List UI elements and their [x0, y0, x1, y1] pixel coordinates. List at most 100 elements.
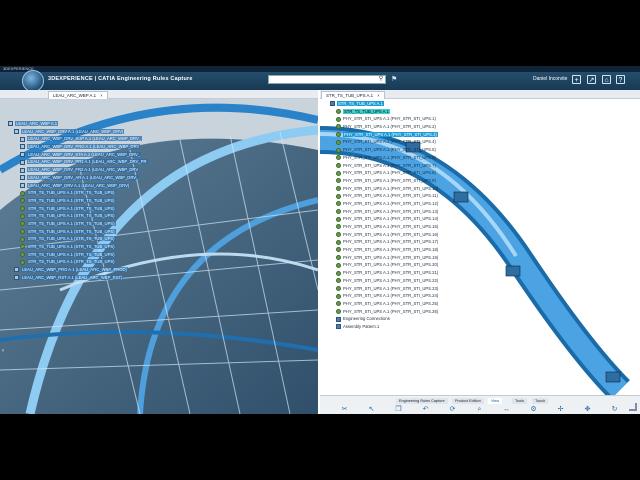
tree-node[interactable]: STR_TS_TUB_UPS A.1 (STR_TS_TUB_UPS) — [8, 228, 148, 236]
tree-node[interactable]: PHY_STR_STI_UPS A.1 (PHY_STR_STI_UPS.8) — [330, 169, 438, 177]
search-input[interactable] — [268, 75, 386, 84]
close-icon[interactable]: × — [100, 93, 103, 98]
tree-node[interactable]: LEAU_ARC_WBP_DRV_AR A.1 (LEAU_ARC_WBP_DR… — [8, 174, 148, 182]
tree-node[interactable]: LEAU_ARC_WBP_DRV_STA A.1 (LEAU_ARC_WBP_D… — [8, 151, 148, 159]
tree-node[interactable]: PHY_STR_STI_UPS A.1 (PHY_STR_STI_UPS.24) — [330, 292, 438, 300]
tree-node[interactable]: Engineering Connections — [330, 315, 438, 323]
tree-node[interactable]: PHY_STR_STI_UPS A.1 (PHY_STR_STI_UPS.20) — [330, 261, 438, 269]
tag-icon[interactable]: ⚑ — [391, 75, 397, 83]
tree-node[interactable]: PHY_STR_STI_UPS A.1 (PHY_STR_STI_UPS.22) — [330, 277, 438, 285]
tree-node[interactable]: LEAU_ARC_WBP_DRV_PRO A.1 (LEAU_ARC_WBP_D… — [8, 143, 148, 151]
gear-icon — [336, 147, 341, 153]
measure-icon[interactable]: ↔ — [502, 406, 511, 414]
close-icon[interactable]: × — [377, 93, 380, 98]
tree-node[interactable]: STR_TS_TUB_UPS A.1 (STR_TS_TUB_UPS) — [8, 197, 148, 205]
tree-node[interactable]: PHY_STR_STI_UPS A.1 (PHY_STR_STI_UPS.14) — [330, 215, 438, 223]
user-name[interactable]: Daniel Incorvite — [533, 76, 567, 82]
tab-left-document[interactable]: LEAU_ARC_WBP A.1 × — [48, 91, 108, 99]
gear-icon[interactable]: ⚙ — [529, 406, 538, 414]
tree-node[interactable]: PHY_STR_STI_UPS A.1 (PHY_STR_STI_UPS.17) — [330, 238, 438, 246]
gear-icon — [336, 109, 341, 115]
search-icon[interactable]: ⚲ — [377, 76, 385, 83]
tree-node[interactable]: LEAU_ARC_WBP_RST A.1 (LEAU_ARC_WBP_RST) — [8, 274, 148, 282]
tree-node[interactable]: LEAU_ARC_WBP_DRV A.1 (LEAU_ARC_WBP_DRV) — [8, 128, 148, 136]
tree-node[interactable]: STR_TS_TUB_UPS A.1 (STR_TS_TUB_UPS) — [8, 212, 148, 220]
tree-node[interactable]: STR_TS_TUB_UPS A.1 — [330, 108, 438, 116]
gear-icon — [336, 308, 341, 314]
scissors-icon[interactable]: ✂ — [340, 406, 349, 414]
tree-node[interactable]: LEAU_ARC_WBP A.1 — [8, 120, 148, 128]
tree-node[interactable]: STR_TS_TUB_UPS A.1 (STR_TS_TUB_UPS) — [8, 235, 148, 243]
tree-node[interactable]: PHY_STR_STI_UPS A.1 (PHY_STR_STI_UPS.7) — [330, 162, 438, 170]
tree-node[interactable]: STR_TS_TUB_UPS A.1 (STR_TS_TUB_UPS) — [8, 243, 148, 251]
section-tab[interactable]: Engineering Rules Capture — [396, 398, 448, 404]
tree-node[interactable]: PHY_STR_STI_UPS A.1 (PHY_STR_STI_UPS.23) — [330, 285, 438, 293]
tree-node[interactable]: LEAU_ARC_WBP_DRV_FR2 A.1 (LEAU_ARC_WBP_D… — [8, 166, 148, 174]
tree-node[interactable]: STR_TS_TUB_UPS A.1 (STR_TS_TUB_UPS) — [8, 205, 148, 213]
help-icon[interactable]: ? — [616, 75, 625, 84]
tree-node[interactable]: PHY_STR_STI_UPS A.1 (PHY_STR_STI_UPS.11) — [330, 192, 438, 200]
tree-node[interactable]: PHY_STR_STI_UPS A.1 (PHY_STR_STI_UPS.10) — [330, 185, 438, 193]
refresh-icon[interactable]: ⟳ — [448, 406, 457, 414]
add-icon[interactable]: + — [572, 75, 581, 84]
tab-right-document[interactable]: STR_TS_TUB_UPS A.1 × — [321, 91, 385, 99]
right-tab-bar: STR_TS_TUB_UPS A.1 × — [320, 90, 640, 99]
tree-node[interactable]: PHY_STR_STI_UPS A.1 (PHY_STR_STI_UPS.26) — [330, 308, 438, 316]
tree-node-label: PHY_STR_STI_UPS A.1 (PHY_STR_STI_UPS.17) — [343, 239, 439, 245]
part-icon — [20, 167, 25, 173]
tree-node-label: PHY_STR_STI_UPS A.1 (PHY_STR_STI_UPS.6) — [343, 154, 436, 160]
tree-node[interactable]: LEAU_ARC_WBP_DRV_SUP A.1 (LEAU_ARC_WBP_D… — [8, 135, 148, 143]
gear-icon — [20, 236, 25, 242]
share-icon[interactable]: ↗ — [587, 75, 596, 84]
tree-node-label: STR_TS_TUB_UPS A.1 (STR_TS_TUB_UPS) — [27, 220, 116, 226]
tree-node[interactable]: STR_TS_TUB_UPS A.1 (STR_TS_TUB_UPS) — [8, 251, 148, 259]
part-icon — [14, 275, 19, 281]
tree-node[interactable]: PHY_STR_STI_UPS A.1 (PHY_STR_STI_UPS.1) — [330, 115, 438, 123]
tree-node[interactable]: PHY_STR_STI_UPS A.1 (PHY_STR_STI_UPS.15) — [330, 223, 438, 231]
tree-node[interactable]: PHY_STR_STI_UPS A.1 (PHY_STR_STI_UPS.21) — [330, 269, 438, 277]
part-icon — [330, 101, 335, 107]
gear-icon — [336, 285, 341, 291]
tree-node[interactable]: STR_TS_TUB_UPS A.1 — [330, 100, 438, 108]
tree-node[interactable]: STR_TS_TUB_UPS A.1 (STR_TS_TUB_UPS) — [8, 189, 148, 197]
tree-node[interactable]: STR_TS_TUB_UPS A.1 (STR_TS_TUB_UPS) — [8, 220, 148, 228]
section-tab[interactable]: View — [488, 398, 503, 404]
zoom-icon[interactable]: ⌕ — [475, 406, 484, 414]
tree-node[interactable]: PHY_STR_STI_UPS A.1 (PHY_STR_STI_UPS.2) — [330, 123, 438, 131]
section-tab[interactable]: Product Edition — [452, 398, 484, 404]
tree-node[interactable]: PHY_STR_STI_UPS A.1 (PHY_STR_STI_UPS.6) — [330, 154, 438, 162]
compass-icon[interactable] — [22, 70, 44, 92]
left-tab-bar: LEAU_ARC_WBP A.1 × — [0, 90, 318, 99]
cursor-icon[interactable]: ↖ — [367, 406, 376, 414]
tree-node[interactable]: PHY_STR_STI_UPS A.1 (PHY_STR_STI_UPS.19) — [330, 254, 438, 262]
tree-node-label: PHY_STR_STI_UPS A.1 (PHY_STR_STI_UPS.3) — [343, 131, 438, 137]
copy-icon[interactable]: ❐ — [394, 406, 403, 414]
tree-node[interactable]: PHY_STR_STI_UPS A.1 (PHY_STR_STI_UPS.13) — [330, 208, 438, 216]
tree-node[interactable]: PHY_STR_STI_UPS A.1 (PHY_STR_STI_UPS.16) — [330, 231, 438, 239]
tree-node[interactable]: LEAU_ARC_WBP_DRV_PR1 A.1 (LEAU_ARC_WBP_D… — [8, 158, 148, 166]
home-icon[interactable]: ⌂ — [602, 75, 611, 84]
rotate-icon[interactable]: ↻ — [610, 406, 619, 414]
right-3d-viewer[interactable]: STR_TS_TUB_UPS A.1 × STR_TS_TUB_UPS A.1 ST… — [320, 90, 640, 414]
tree-node[interactable]: PHY_STR_STI_UPS A.1 (PHY_STR_STI_UPS.4) — [330, 138, 438, 146]
action-bar: Engineering Rules Capture Product Edition… — [320, 395, 640, 414]
tree-node-label: LEAU_ARC_WBP_DRV_SUP A.1 (LEAU_ARC_WBP_D… — [27, 136, 143, 142]
section-tab[interactable]: Touch — [532, 398, 549, 404]
left-3d-viewer[interactable]: LEAU_ARC_WBP A.1 × LEAU_ARC_WBP A.1 LEAU_A… — [0, 90, 318, 414]
tree-node[interactable]: LEAU_ARC_WBP_DRV A.1 (LEAU_ARC_WBP_DRV) — [8, 182, 148, 190]
compass-icon[interactable]: ✢ — [556, 406, 565, 414]
tree-node[interactable]: Assembly Pattern.1 — [330, 323, 438, 331]
resize-handle[interactable] — [629, 403, 637, 411]
tree-node[interactable]: LEAU_ARC_WBP_PRO A.1 (LEAU_ARC_WBP_PROD) — [8, 266, 148, 274]
tree-node[interactable]: PHY_STR_STI_UPS A.1 (PHY_STR_STI_UPS.9) — [330, 177, 438, 185]
pan-icon[interactable]: ✥ — [583, 406, 592, 414]
tree-node[interactable]: STR_TS_TUB_UPS A.1 (STR_TS_TUB_UPS) — [8, 258, 148, 266]
panel-collapse-icon[interactable]: ‹ — [2, 348, 4, 354]
section-tab[interactable]: Tools — [512, 398, 527, 404]
tree-node[interactable]: PHY_STR_STI_UPS A.1 (PHY_STR_STI_UPS.12) — [330, 200, 438, 208]
tree-node[interactable]: PHY_STR_STI_UPS A.1 (PHY_STR_STI_UPS.5) — [330, 146, 438, 154]
tree-node[interactable]: PHY_STR_STI_UPS A.1 (PHY_STR_STI_UPS.3) — [330, 131, 438, 139]
tree-node[interactable]: PHY_STR_STI_UPS A.1 (PHY_STR_STI_UPS.18) — [330, 246, 438, 254]
tree-node[interactable]: PHY_STR_STI_UPS A.1 (PHY_STR_STI_UPS.25) — [330, 300, 438, 308]
undo-icon[interactable]: ↶ — [421, 406, 430, 414]
